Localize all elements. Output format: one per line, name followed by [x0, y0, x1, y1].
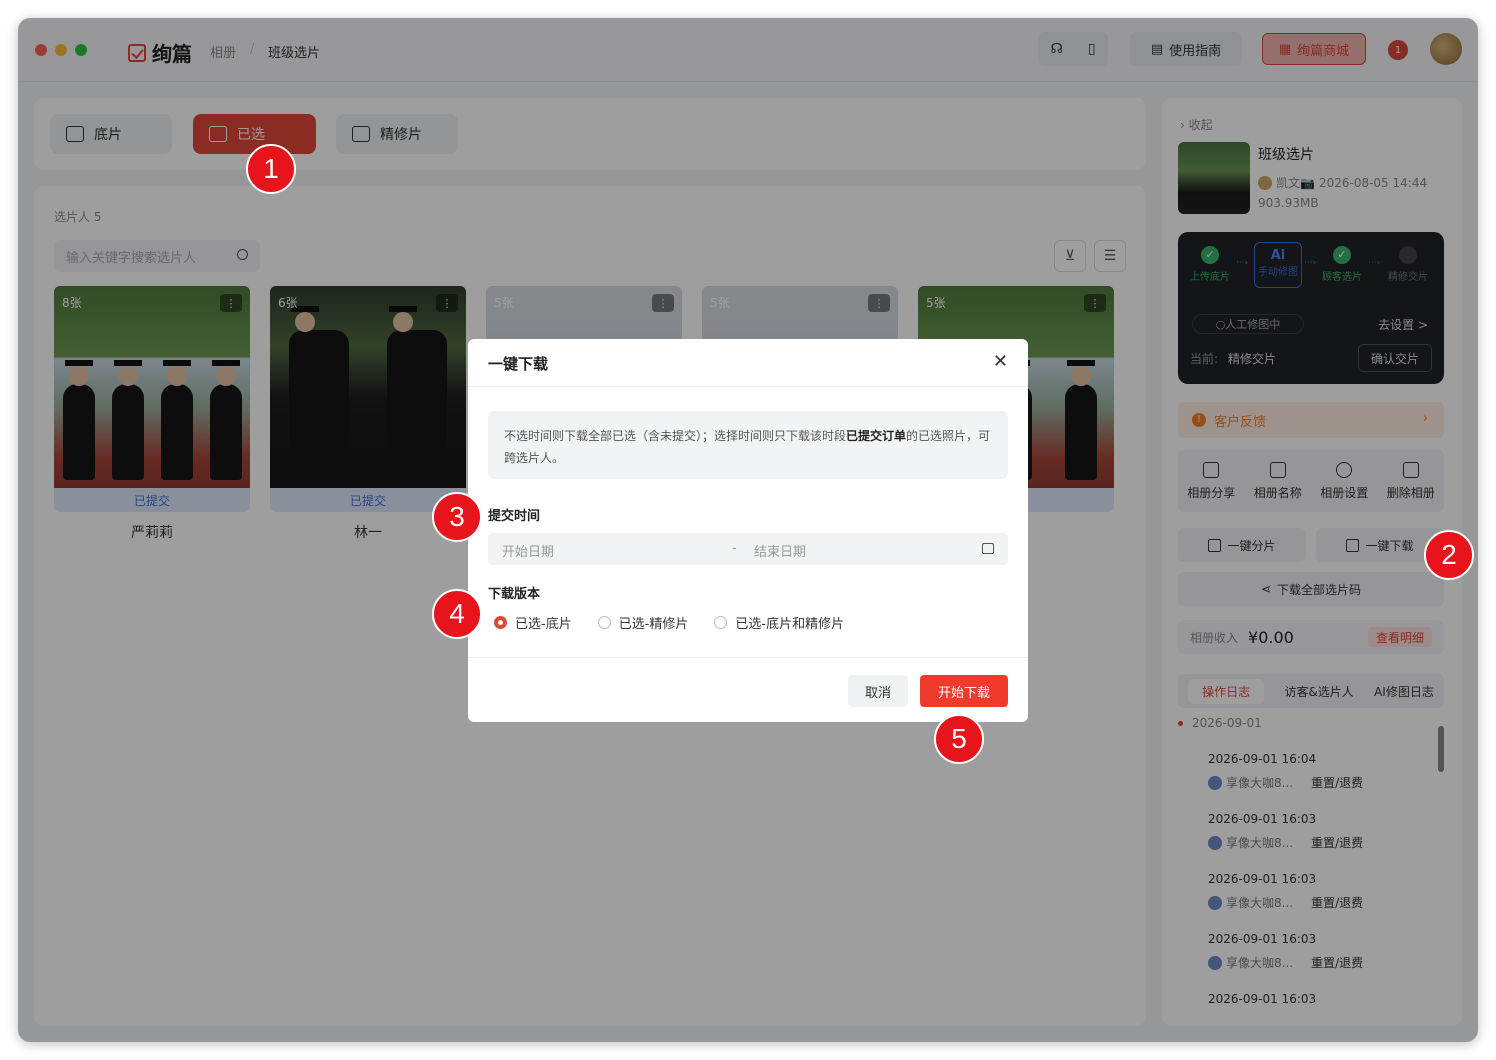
cancel-button[interactable]: 取消 [848, 675, 908, 707]
radio-label: 已选-底片和精修片 [735, 617, 845, 632]
date-range-picker[interactable]: 开始日期 - 结束日期 [488, 533, 1008, 565]
radio-selected-both[interactable]: 已选-底片和精修片 [714, 613, 844, 632]
notice-emphasis: 已提交订单 [846, 429, 907, 443]
app-window: 绚篇 相册 / 班级选片 ☊ ▯ ▤ 使用指南 ▦ 绚篇商城 1 底片 已选 精… [18, 18, 1478, 1042]
step-marker-3: 3 [432, 492, 482, 542]
start-date-input[interactable]: 开始日期 [502, 541, 554, 560]
step-marker-5: 5 [934, 714, 984, 764]
range-separator: - [732, 541, 737, 556]
step-marker-2: 2 [1424, 530, 1474, 580]
radio-label: 已选-精修片 [618, 617, 689, 632]
version-radio-group: 已选-底片 已选-精修片 已选-底片和精修片 [494, 613, 844, 632]
start-download-button[interactable]: 开始下载 [920, 675, 1008, 707]
radio-dot [597, 616, 611, 629]
step-marker-4: 4 [432, 589, 482, 639]
end-date-input[interactable]: 结束日期 [754, 541, 806, 560]
radio-dot [494, 616, 507, 629]
dialog-title: 一键下载 [488, 355, 549, 373]
radio-dot [714, 616, 728, 629]
calendar-icon[interactable] [982, 543, 994, 554]
step-marker-1: 1 [246, 144, 296, 194]
download-dialog: 一键下载 ✕ 不选时间则下载全部已选（含未提交）；选择时间则只下载该时段已提交订… [468, 339, 1028, 722]
divider [468, 386, 1028, 387]
submit-time-label: 提交时间 [488, 509, 541, 524]
version-label: 下载版本 [488, 587, 541, 602]
close-icon[interactable]: ✕ [993, 351, 1008, 372]
radio-label: 已选-底片 [515, 617, 572, 632]
radio-selected-raw[interactable]: 已选-底片 [494, 613, 572, 632]
divider [468, 657, 1028, 658]
radio-selected-retouched[interactable]: 已选-精修片 [597, 613, 689, 632]
download-notice: 不选时间则下载全部已选（含未提交）；选择时间则只下载该时段已提交订单的已选照片，… [488, 411, 1008, 479]
notice-text: 不选时间则下载全部已选（含未提交）；选择时间则只下载该时段 [504, 429, 847, 443]
